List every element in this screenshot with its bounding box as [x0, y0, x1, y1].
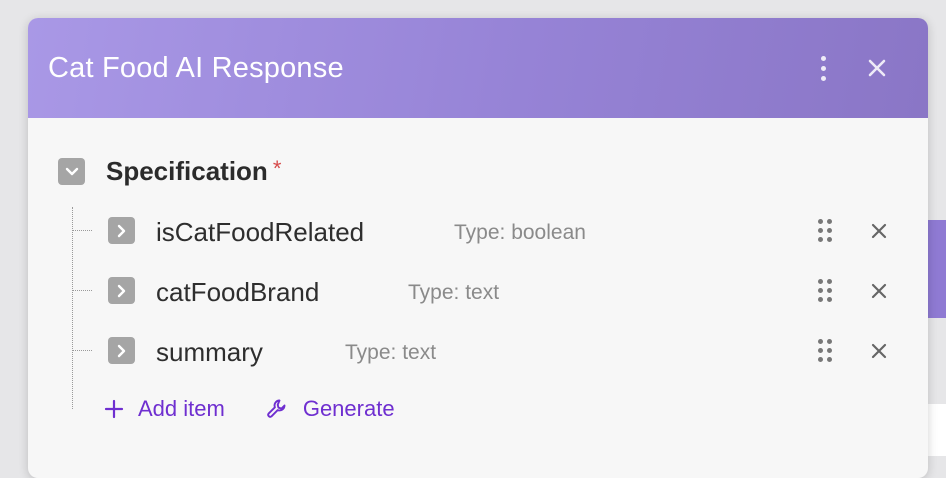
add-item-button[interactable]: Add item — [104, 396, 225, 422]
generate-label: Generate — [302, 396, 395, 421]
chevron-right-icon — [117, 344, 125, 357]
tree-connector — [72, 290, 92, 291]
drag-handle-icon[interactable] — [818, 339, 832, 363]
close-icon — [871, 283, 887, 299]
specification-label: Specification — [106, 156, 268, 186]
remove-item-button[interactable] — [867, 339, 891, 363]
plus-icon — [104, 399, 124, 419]
chevron-right-icon — [117, 284, 125, 297]
tree-connector — [72, 230, 92, 231]
action-bar: Add item Generate — [104, 396, 395, 422]
specification-section: Specification * — [58, 156, 281, 187]
generate-button[interactable]: Generate — [265, 396, 395, 422]
more-options-button[interactable] — [808, 52, 838, 84]
item-type: Type: text — [408, 281, 500, 304]
spec-item: summary Type: text — [72, 331, 902, 371]
dialog-title: Cat Food AI Response — [48, 52, 344, 84]
chevron-down-icon — [65, 167, 78, 175]
remove-item-button[interactable] — [867, 279, 891, 303]
dialog-header: Cat Food AI Response — [28, 18, 928, 118]
expand-toggle-button[interactable] — [108, 277, 135, 304]
item-type: Type: boolean — [454, 221, 586, 244]
spec-item: isCatFoodRelated Type: boolean — [72, 211, 902, 251]
tree-connector — [72, 350, 92, 351]
expand-toggle-button[interactable] — [108, 217, 135, 244]
item-name: isCatFoodRelated — [156, 217, 365, 247]
close-icon — [871, 343, 887, 359]
collapse-toggle-button[interactable] — [58, 158, 85, 185]
close-icon — [871, 223, 887, 239]
drag-handle-icon[interactable] — [818, 279, 832, 303]
expand-toggle-button[interactable] — [108, 337, 135, 364]
close-icon — [868, 59, 886, 77]
chevron-right-icon — [117, 224, 125, 237]
item-name: summary — [156, 337, 263, 367]
add-item-label: Add item — [138, 396, 225, 421]
dialog-panel: Cat Food AI Response Specification * isC… — [28, 18, 928, 478]
item-name: catFoodBrand — [156, 277, 320, 307]
drag-handle-icon[interactable] — [818, 219, 832, 243]
wrench-icon — [267, 399, 286, 418]
kebab-icon — [820, 55, 826, 81]
required-marker: * — [272, 155, 282, 181]
close-dialog-button[interactable] — [862, 52, 892, 84]
remove-item-button[interactable] — [867, 219, 891, 243]
item-type: Type: text — [345, 341, 437, 364]
spec-item: catFoodBrand Type: text — [72, 271, 902, 311]
